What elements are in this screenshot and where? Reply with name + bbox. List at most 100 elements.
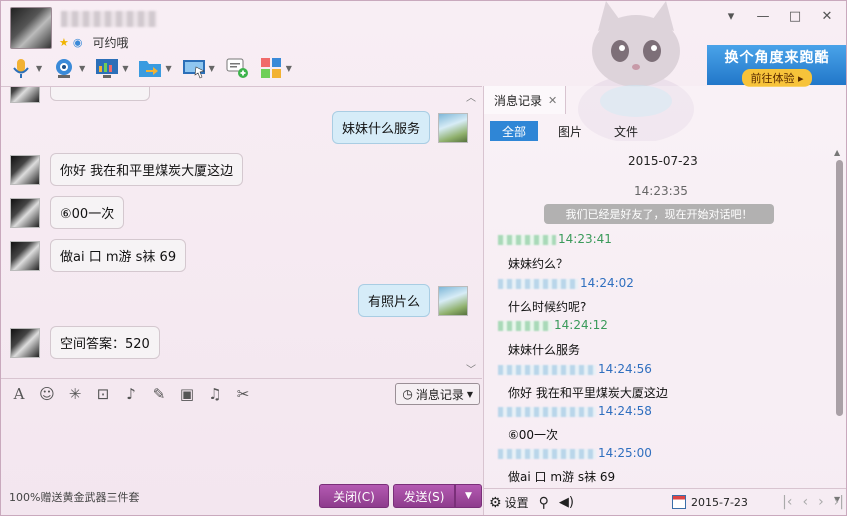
history-footer: ⚙ 设置 ⚲ ◀) 2015-7-23 |‹ ‹ › ›|: [484, 488, 846, 515]
message-bubble: 你好 我在和平里煤炭大厦这边: [50, 153, 244, 186]
close-button[interactable]: 关闭(C): [319, 484, 389, 508]
speaker-icon[interactable]: ◀): [559, 495, 574, 510]
history-sender-line: 14:24:12: [498, 318, 608, 332]
close-icon[interactable]: ✕: [548, 94, 557, 107]
gear-icon: ⚙: [489, 494, 502, 511]
chevron-down-icon[interactable]: ▼: [122, 64, 128, 73]
chevron-down-icon[interactable]: ▼: [79, 64, 85, 73]
voice-call-button[interactable]: ▼: [9, 55, 42, 81]
multi-chat-icon: [226, 58, 248, 78]
my-message-avatar[interactable]: [438, 112, 468, 143]
date-picker[interactable]: 2015-7-23: [672, 495, 748, 509]
history-scrollbar[interactable]: ▲ ▼: [834, 148, 843, 504]
file-transfer-button[interactable]: ▼: [138, 55, 172, 81]
first-page-icon[interactable]: |‹: [782, 494, 792, 510]
chat-message: [10, 87, 150, 103]
prev-page-icon[interactable]: ‹: [802, 494, 808, 510]
contact-signature: 可约哦: [92, 36, 129, 50]
history-sender-line: 14:25:00: [498, 446, 652, 460]
contact-message-avatar[interactable]: [10, 327, 40, 358]
history-pagination: |‹ ‹ › ›|: [782, 494, 844, 510]
history-time: 14:25:00: [598, 446, 652, 460]
contact-avatar[interactable]: [10, 7, 52, 49]
filter-all[interactable]: 全部: [490, 121, 538, 141]
chat-message: ⑥00一次: [10, 196, 125, 229]
filter-files[interactable]: 文件: [602, 121, 650, 141]
scrollbar-thumb[interactable]: [836, 160, 843, 416]
screenshot-frame-icon[interactable]: ⊡: [94, 385, 112, 403]
message-history-button[interactable]: ◷ 消息记录 ▼: [395, 383, 480, 405]
screen-share-button[interactable]: ▼: [95, 55, 128, 81]
edit-icon[interactable]: ✎: [150, 385, 168, 403]
remote-desktop-button[interactable]: ▼: [182, 55, 215, 81]
maximize-button[interactable]: □: [786, 9, 804, 24]
chat-window: ★ ◉ 可约哦 ▾ — □ ✕ ▼ ▼ ▼ ▼ ▼ ▼ 换个角度来跑酷 前往体验…: [0, 0, 847, 516]
history-panel: 消息记录 ✕ 全部 图片 文件 2015-07-23 14:23:35 我们已经…: [483, 86, 846, 515]
sender-name-blurred: [498, 320, 552, 331]
chevron-up-icon[interactable]: ︿: [466, 89, 476, 104]
my-message-avatar[interactable]: [438, 285, 468, 316]
minimize-button[interactable]: —: [754, 9, 772, 24]
chevron-down-icon[interactable]: ▼: [209, 64, 215, 73]
contact-name-blurred: [61, 11, 157, 27]
history-message: 妹妹什么服务: [508, 343, 581, 357]
menu-dropdown-button[interactable]: ▾: [722, 9, 740, 24]
next-page-icon[interactable]: ›: [818, 494, 824, 510]
chevron-down-icon[interactable]: ▼: [36, 64, 42, 73]
contact-message-avatar[interactable]: [10, 87, 40, 103]
contact-message-avatar[interactable]: [10, 197, 40, 228]
search-icon[interactable]: ⚲: [539, 495, 549, 511]
history-time: 14:24:56: [598, 362, 652, 376]
chevron-down-icon[interactable]: ﹀: [466, 361, 476, 376]
music-icon[interactable]: ♫: [206, 385, 224, 403]
history-message: ⑥00一次: [508, 428, 559, 442]
microphone-icon: [13, 59, 29, 78]
last-page-icon[interactable]: ›|: [834, 494, 844, 510]
history-time: 14:23:35: [634, 184, 688, 198]
close-window-button[interactable]: ✕: [818, 9, 836, 24]
settings-button[interactable]: ⚙ 设置: [489, 494, 529, 511]
microphone-icon[interactable]: ♪: [122, 385, 140, 403]
multi-chat-button[interactable]: [225, 55, 249, 81]
history-time: 14:23:41: [558, 232, 612, 246]
chevron-down-icon[interactable]: ▼: [286, 64, 292, 73]
nudge-icon[interactable]: ✳: [66, 385, 84, 403]
contact-message-avatar[interactable]: [10, 154, 40, 185]
chat-message: 妹妹什么服务: [331, 111, 468, 144]
history-sender-line: 14:24:56: [498, 362, 652, 376]
filter-images[interactable]: 图片: [546, 121, 594, 141]
contact-message-avatar[interactable]: [10, 240, 40, 271]
contact-status-row: ★ ◉ 可约哦: [59, 34, 129, 51]
chevron-down-icon[interactable]: ▼: [165, 64, 171, 73]
sender-name-blurred: [498, 278, 578, 289]
ad-banner-cta[interactable]: 前往体验 ▸: [742, 69, 812, 87]
calendar-icon: [672, 495, 686, 509]
clock-icon: ◷: [402, 387, 413, 401]
message-input[interactable]: [1, 408, 482, 480]
message-bubble: ⑥00一次: [50, 196, 125, 229]
input-toolbar: A ☺ ✳ ⊡ ♪ ✎ ▣ ♫ ✂ ◷ 消息记录 ▼: [1, 378, 482, 408]
scroll-up-icon[interactable]: ▲: [834, 148, 840, 157]
tab-message-history[interactable]: 消息记录 ✕: [484, 86, 566, 114]
sender-name-blurred: [498, 448, 596, 459]
send-options-button[interactable]: ▼: [455, 484, 482, 508]
send-button[interactable]: 发送(S): [393, 484, 455, 508]
emoji-icon[interactable]: ☺: [38, 385, 56, 403]
video-call-button[interactable]: ▼: [52, 55, 85, 81]
ad-banner[interactable]: 换个角度来跑酷 前往体验 ▸: [707, 45, 846, 87]
history-filters: 全部 图片 文件: [490, 121, 650, 141]
ad-banner-title: 换个角度来跑酷: [724, 50, 830, 66]
scissors-icon[interactable]: ✂: [234, 385, 252, 403]
chat-message-area[interactable]: ︿ 妹妹什么服务 你好 我在和平里煤炭大厦这边 ⑥00一次 做ai 口 m游 s…: [1, 86, 482, 378]
top-toolbar: ▼ ▼ ▼ ▼ ▼ ▼: [9, 55, 292, 81]
message-bubble: 有照片么: [357, 284, 430, 317]
app-center-button[interactable]: ▼: [259, 55, 292, 81]
settings-label: 设置: [504, 496, 529, 510]
message-history-label: 消息记录: [415, 387, 464, 402]
message-bubble: 空间答案：520: [50, 326, 160, 359]
screen-share-icon: [96, 59, 119, 78]
image-icon[interactable]: ▣: [178, 385, 196, 403]
window-controls: ▾ — □ ✕: [722, 9, 836, 24]
promo-text[interactable]: 100%赠送黄金武器三件套: [9, 489, 139, 505]
font-icon[interactable]: A: [10, 385, 28, 403]
